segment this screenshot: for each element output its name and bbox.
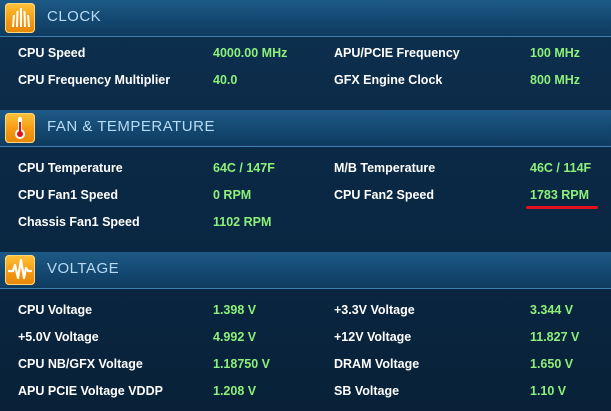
- cpu-nb-gfx-voltage-value: 1.18750 V: [213, 357, 270, 371]
- cpu-fan1-speed-label: CPU Fan1 Speed: [18, 188, 119, 202]
- sb-voltage-label: SB Voltage: [334, 384, 400, 398]
- cpu-fan1-speed-value: 0 RPM: [213, 188, 252, 202]
- 12v-voltage-label: +12V Voltage: [334, 330, 412, 344]
- dram-voltage-value: 1.650 V: [530, 357, 574, 371]
- cpu-voltage-value: 1.398 V: [213, 303, 257, 317]
- waveform-icon: [5, 255, 35, 285]
- thermometer-icon: [5, 113, 35, 143]
- dram-voltage-label: DRAM Voltage: [334, 357, 420, 371]
- 12v-voltage-value: 11.827 V: [530, 330, 580, 344]
- section-title-fan-temperature: FAN & TEMPERATURE: [47, 118, 215, 135]
- chassis-fan1-speed-value: 1102 RPM: [213, 215, 272, 229]
- cpu-frequency-multiplier-label: CPU Frequency Multiplier: [18, 73, 171, 87]
- section-title-voltage: VOLTAGE: [47, 260, 120, 277]
- cpu-temperature-label: CPU Temperature: [18, 161, 123, 175]
- cpu-frequency-multiplier-value: 40.0: [213, 73, 238, 87]
- apu-pcie-frequency-label: APU/PCIE Frequency: [334, 46, 460, 60]
- cpu-fan2-speed-label: CPU Fan2 Speed: [334, 188, 435, 202]
- 5v-voltage-label: +5.0V Voltage: [18, 330, 99, 344]
- 3v3-voltage-label: +3.3V Voltage: [334, 303, 415, 317]
- fan-temperature-section-header: FAN & TEMPERATURE: [0, 110, 611, 147]
- apu-pcie-voltage-vddp-value: 1.208 V: [213, 384, 257, 398]
- gfx-engine-clock-value: 800 MHz: [530, 73, 581, 87]
- cpu-fan2-speed-value: 1783 RPM: [530, 188, 590, 202]
- apu-pcie-voltage-vddp-label: APU PCIE Voltage VDDP: [18, 384, 163, 398]
- bars-icon: [5, 3, 35, 33]
- voltage-section-header: VOLTAGE: [0, 252, 611, 289]
- gfx-engine-clock-label: GFX Engine Clock: [334, 73, 443, 87]
- cpu-temperature-value: 64C / 147F: [213, 161, 275, 175]
- chassis-fan1-speed-label: Chassis Fan1 Speed: [18, 215, 140, 229]
- cpu-voltage-label: CPU Voltage: [18, 303, 93, 317]
- clock-section-header: CLOCK: [0, 0, 611, 37]
- 3v3-voltage-value: 3.344 V: [530, 303, 574, 317]
- mb-temperature-label: M/B Temperature: [334, 161, 436, 175]
- 5v-voltage-value: 4.992 V: [213, 330, 257, 344]
- mb-temperature-value: 46C / 114F: [530, 161, 592, 175]
- cpu-speed-label: CPU Speed: [18, 46, 86, 60]
- cpu-speed-value: 4000.00 MHz: [213, 46, 288, 60]
- section-title-clock: CLOCK: [47, 8, 102, 25]
- cpu-nb-gfx-voltage-label: CPU NB/GFX Voltage: [18, 357, 143, 371]
- apu-pcie-frequency-value: 100 MHz: [530, 46, 581, 60]
- sb-voltage-value: 1.10 V: [530, 384, 567, 398]
- highlight-underline: [526, 206, 598, 209]
